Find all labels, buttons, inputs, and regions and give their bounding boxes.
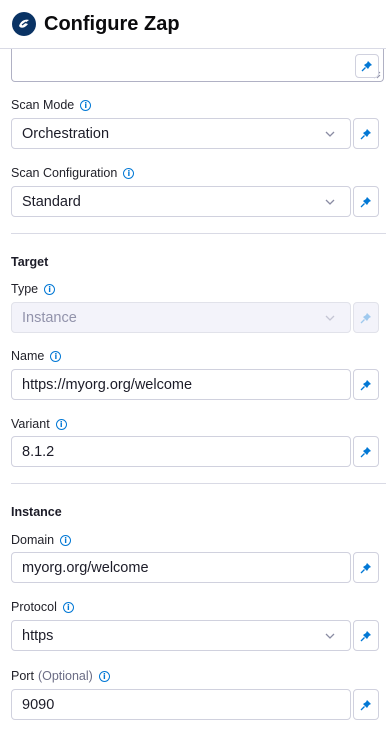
name-label: Name i bbox=[11, 349, 62, 363]
scan-configuration-select[interactable]: Standard bbox=[11, 186, 351, 217]
pin-icon bbox=[360, 379, 371, 390]
pin-icon bbox=[361, 61, 372, 72]
form-scroll-area[interactable]: Scan Mode i Orchestration Scan Configura… bbox=[0, 49, 386, 731]
zap-logo-icon bbox=[12, 12, 36, 36]
divider bbox=[11, 483, 386, 484]
pin-button[interactable] bbox=[355, 54, 379, 78]
chevron-down-icon bbox=[325, 199, 335, 205]
description-textarea[interactable] bbox=[11, 49, 384, 82]
type-label: Type i bbox=[11, 282, 56, 296]
header: Configure Zap bbox=[0, 0, 386, 49]
port-input[interactable]: 9090 bbox=[11, 689, 351, 720]
section-title-target: Target bbox=[11, 255, 49, 269]
pin-button[interactable] bbox=[353, 118, 379, 149]
info-icon[interactable]: i bbox=[80, 99, 92, 111]
pin-icon bbox=[360, 630, 371, 641]
pin-button[interactable] bbox=[353, 369, 379, 400]
name-input[interactable]: https://myorg.org/welcome bbox=[11, 369, 351, 400]
pin-button[interactable] bbox=[353, 186, 379, 217]
info-icon[interactable]: i bbox=[123, 167, 135, 179]
domain-input[interactable]: myorg.org/welcome bbox=[11, 552, 351, 583]
divider bbox=[11, 233, 386, 234]
textarea-row bbox=[11, 49, 384, 82]
scan-configuration-label: Scan Configuration i bbox=[11, 166, 135, 180]
scan-mode-label: Scan Mode i bbox=[11, 98, 92, 112]
pin-icon bbox=[360, 562, 371, 573]
pin-icon bbox=[360, 446, 371, 457]
pin-button[interactable] bbox=[353, 689, 379, 720]
protocol-label: Protocol i bbox=[11, 600, 74, 614]
pin-button bbox=[353, 302, 379, 333]
info-icon[interactable]: i bbox=[98, 670, 110, 682]
scan-mode-select[interactable]: Orchestration bbox=[11, 118, 351, 149]
chevron-down-icon bbox=[325, 633, 335, 639]
section-title-instance: Instance bbox=[11, 505, 62, 519]
variant-input[interactable]: 8.1.2 bbox=[11, 436, 351, 467]
info-icon[interactable]: i bbox=[62, 601, 74, 613]
pin-icon bbox=[360, 196, 371, 207]
type-select: Instance bbox=[11, 302, 351, 333]
pin-icon bbox=[360, 312, 371, 323]
chevron-down-icon bbox=[325, 131, 335, 137]
info-icon[interactable]: i bbox=[44, 283, 56, 295]
pin-icon bbox=[360, 699, 371, 710]
info-icon[interactable]: i bbox=[55, 418, 67, 430]
info-icon[interactable]: i bbox=[50, 350, 62, 362]
domain-label: Domain i bbox=[11, 533, 72, 547]
pin-icon bbox=[360, 128, 371, 139]
info-icon[interactable]: i bbox=[60, 534, 72, 546]
optional-tag: (Optional) bbox=[37, 669, 93, 683]
variant-label: Variant i bbox=[11, 417, 67, 431]
page-title: Configure Zap bbox=[44, 12, 180, 35]
protocol-select[interactable]: https bbox=[11, 620, 351, 651]
port-label: Port (Optional) i bbox=[11, 669, 110, 683]
pin-button[interactable] bbox=[353, 620, 379, 651]
chevron-down-icon bbox=[325, 315, 335, 321]
pin-button[interactable] bbox=[353, 552, 379, 583]
pin-button[interactable] bbox=[353, 436, 379, 467]
